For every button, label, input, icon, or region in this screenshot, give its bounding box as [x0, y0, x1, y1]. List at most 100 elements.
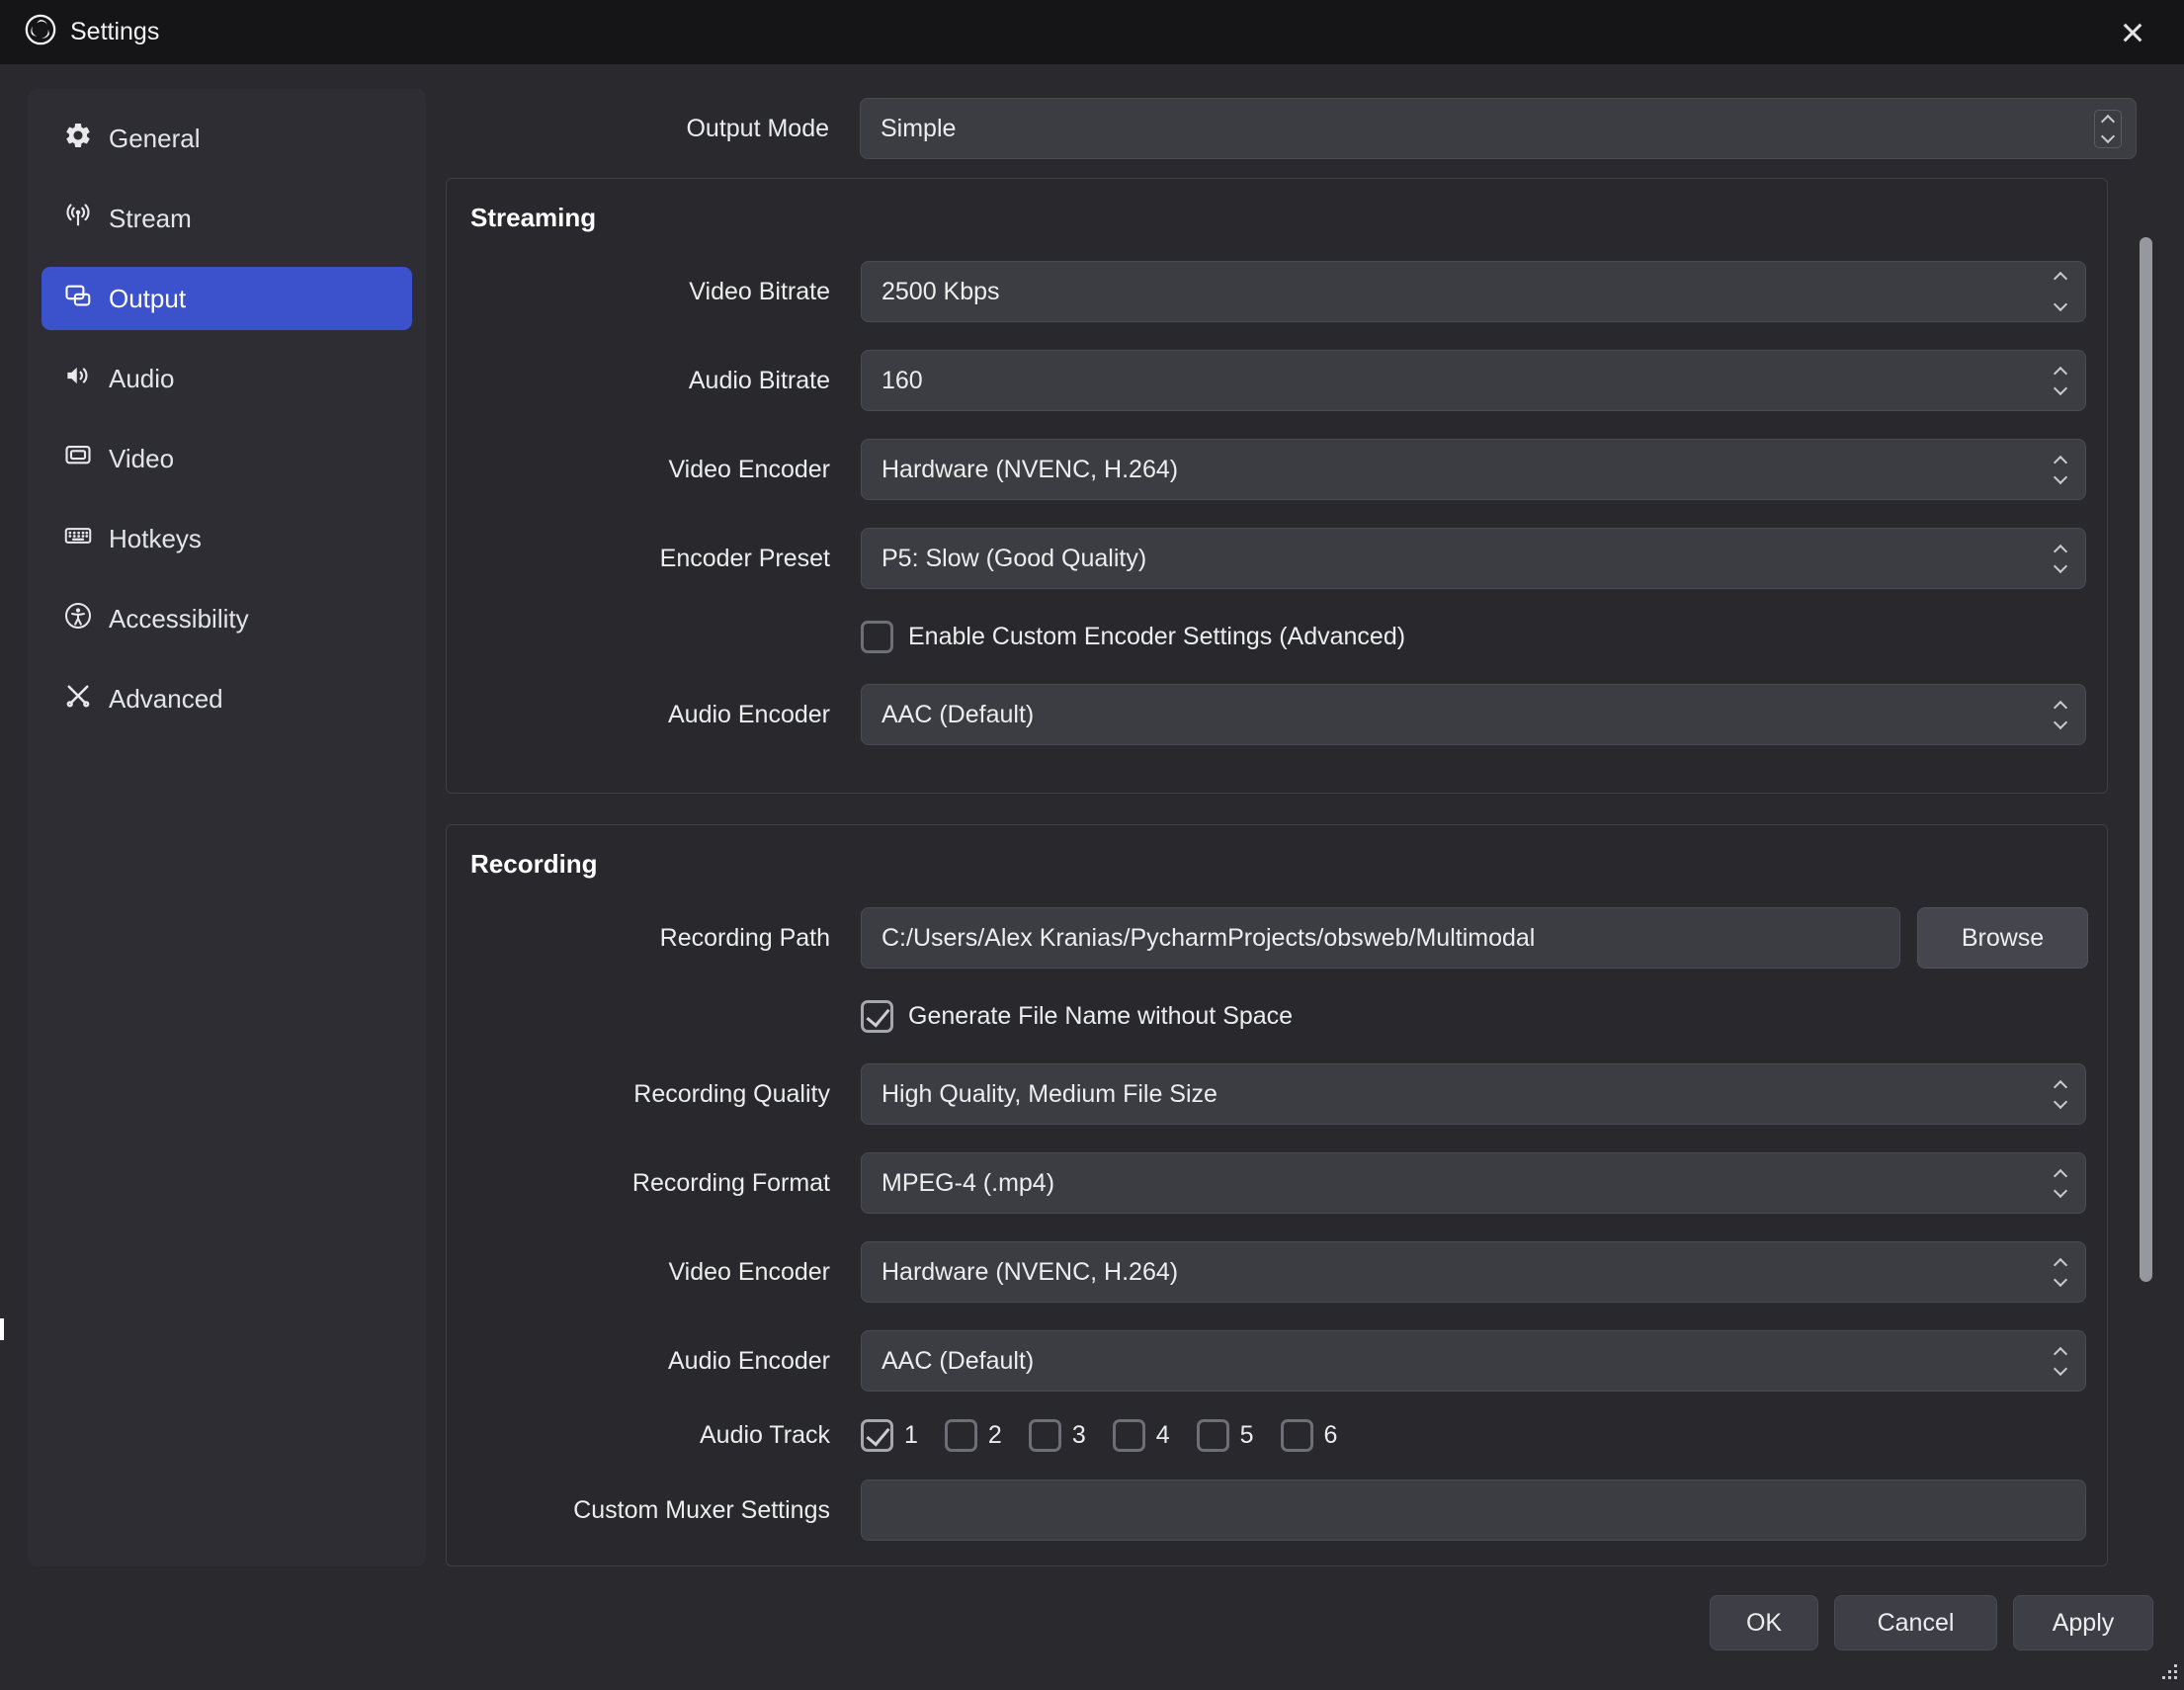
recording-format-label: Recording Format	[447, 1169, 844, 1198]
audio-bitrate-value: 160	[882, 367, 923, 395]
audio-track-2: 2	[945, 1419, 1002, 1452]
sidebar-item-accessibility[interactable]: Accessibility	[42, 587, 412, 650]
encoder-preset-select[interactable]: P5: Slow (Good Quality)	[861, 528, 2086, 589]
recording-format-value: MPEG-4 (.mp4)	[882, 1169, 1054, 1198]
video-bitrate-spinbox[interactable]: 2500 Kbps	[861, 261, 2086, 322]
cancel-button[interactable]: Cancel	[1834, 1595, 1997, 1650]
video-encoder-value: Hardware (NVENC, H.264)	[882, 456, 1178, 484]
titlebar: Settings ×	[0, 0, 2184, 64]
output-mode-label: Output Mode	[446, 115, 843, 143]
audio-track-3-checkbox[interactable]	[1029, 1419, 1061, 1452]
audio-bitrate-label: Audio Bitrate	[447, 367, 844, 395]
recording-quality-label: Recording Quality	[447, 1080, 844, 1109]
video-encoder-value: Hardware (NVENC, H.264)	[882, 1258, 1178, 1287]
dropdown-arrows-icon[interactable]	[2056, 1171, 2065, 1196]
ok-button[interactable]: OK	[1710, 1595, 1818, 1650]
audio-track-1: 1	[861, 1419, 918, 1452]
browse-button[interactable]: Browse	[1917, 907, 2088, 969]
obs-logo-icon	[24, 13, 57, 51]
sidebar-item-audio[interactable]: Audio	[42, 347, 412, 410]
sidebar-item-output[interactable]: Output	[42, 267, 412, 330]
display-icon	[63, 441, 93, 477]
custom-encoder-settings-row: Enable Custom Encoder Settings (Advanced…	[861, 617, 2107, 656]
video-bitrate-value: 2500 Kbps	[882, 278, 1000, 306]
custom-muxer-row: Custom Muxer Settings	[447, 1479, 2107, 1541]
audio-track-6-checkbox[interactable]	[1281, 1419, 1313, 1452]
sidebar-item-label: Hotkeys	[109, 524, 202, 554]
sidebar-item-label: Output	[109, 284, 186, 314]
stream-audio-encoder-select[interactable]: AAC (Default)	[861, 684, 2086, 745]
audio-track-4-checkbox[interactable]	[1113, 1419, 1145, 1452]
recording-path-row: Recording Path Browse	[447, 907, 2107, 969]
output-mode-value: Simple	[881, 115, 956, 143]
video-bitrate-row: Video Bitrate 2500 Kbps	[447, 261, 2107, 322]
broadcast-icon	[63, 201, 93, 237]
streaming-section: Streaming Video Bitrate 2500 Kbps Audio …	[446, 178, 2108, 794]
encoder-preset-row: Encoder Preset P5: Slow (Good Quality)	[447, 528, 2107, 589]
tools-icon	[63, 681, 93, 718]
stream-video-encoder-row: Video Encoder Hardware (NVENC, H.264)	[447, 439, 2107, 500]
audio-track-5-checkbox[interactable]	[1197, 1419, 1229, 1452]
dropdown-arrows-icon[interactable]	[2056, 547, 2065, 571]
dropdown-arrows-icon[interactable]	[2056, 369, 2065, 393]
resize-grip[interactable]	[2159, 1661, 2179, 1686]
audio-bitrate-row: Audio Bitrate 160	[447, 350, 2107, 411]
encoder-preset-value: P5: Slow (Good Quality)	[882, 545, 1146, 573]
dropdown-arrows-icon[interactable]	[2056, 458, 2065, 482]
custom-muxer-label: Custom Muxer Settings	[447, 1496, 844, 1525]
dialog-footer: OK Cancel Apply	[1710, 1595, 2153, 1650]
recording-path-input[interactable]	[861, 907, 1900, 969]
stream-video-encoder-select[interactable]: Hardware (NVENC, H.264)	[861, 439, 2086, 500]
speaker-icon	[63, 361, 93, 397]
output-mode-row: Output Mode Simple	[446, 98, 2137, 159]
video-encoder-label: Video Encoder	[447, 1258, 844, 1287]
filename-no-space-row: Generate File Name without Space	[861, 996, 2107, 1036]
sidebar-item-label: Audio	[109, 364, 175, 394]
recording-format-select[interactable]: MPEG-4 (.mp4)	[861, 1152, 2086, 1214]
dropdown-arrows-icon[interactable]	[2056, 1260, 2065, 1285]
sidebar-item-stream[interactable]: Stream	[42, 187, 412, 250]
custom-encoder-checkbox[interactable]	[861, 621, 893, 653]
apply-button[interactable]: Apply	[2013, 1595, 2153, 1650]
dropdown-arrows-icon[interactable]	[2056, 1082, 2065, 1107]
audio-track-4: 4	[1113, 1419, 1170, 1452]
audio-encoder-label: Audio Encoder	[447, 701, 844, 729]
streaming-section-title: Streaming	[470, 203, 2107, 233]
recording-path-label: Recording Path	[447, 924, 844, 953]
sidebar-item-video[interactable]: Video	[42, 427, 412, 490]
video-bitrate-label: Video Bitrate	[447, 278, 844, 306]
recording-section-title: Recording	[470, 849, 2107, 880]
audio-encoder-value: AAC (Default)	[882, 1347, 1034, 1376]
output-mode-select[interactable]: Simple	[860, 98, 2137, 159]
recording-audio-encoder-select[interactable]: AAC (Default)	[861, 1330, 2086, 1392]
close-icon[interactable]: ×	[2105, 5, 2160, 60]
sidebar-item-hotkeys[interactable]: Hotkeys	[42, 507, 412, 570]
recording-section: Recording Recording Path Browse Generate…	[446, 824, 2108, 1566]
audio-track-3: 3	[1029, 1419, 1086, 1452]
audio-track-label: Audio Track	[447, 1421, 844, 1450]
sidebar-item-advanced[interactable]: Advanced	[42, 667, 412, 730]
vertical-scrollbar[interactable]	[2140, 237, 2152, 1282]
sidebar-item-label: General	[109, 124, 201, 154]
output-settings-panel: Output Mode Simple Streaming Video Bitra…	[446, 64, 2184, 1690]
filename-no-space-checkbox[interactable]	[861, 1000, 893, 1033]
spin-arrows-icon[interactable]	[2056, 274, 2065, 309]
dropdown-arrows-icon[interactable]	[2056, 1349, 2065, 1374]
recording-video-encoder-select[interactable]: Hardware (NVENC, H.264)	[861, 1241, 2086, 1303]
recording-audio-encoder-row: Audio Encoder AAC (Default)	[447, 1330, 2107, 1392]
filename-no-space-label: Generate File Name without Space	[908, 1002, 1293, 1031]
stream-audio-encoder-row: Audio Encoder AAC (Default)	[447, 684, 2107, 745]
recording-quality-select[interactable]: High Quality, Medium File Size	[861, 1063, 2086, 1125]
audio-track-row: Audio Track 1 2 3 4 5 6	[447, 1419, 2107, 1452]
settings-window: Settings × General Stream Output Audio V…	[0, 0, 2184, 1690]
dropdown-arrows-icon[interactable]	[2094, 110, 2122, 148]
sidebar-item-label: Stream	[109, 204, 192, 234]
dropdown-arrows-icon[interactable]	[2056, 703, 2065, 727]
audio-track-1-checkbox[interactable]	[861, 1419, 893, 1452]
screen-edge-artifact	[0, 1318, 4, 1340]
custom-muxer-input[interactable]	[861, 1479, 2086, 1541]
recording-format-row: Recording Format MPEG-4 (.mp4)	[447, 1152, 2107, 1214]
audio-track-2-checkbox[interactable]	[945, 1419, 977, 1452]
sidebar-item-general[interactable]: General	[42, 107, 412, 170]
audio-bitrate-select[interactable]: 160	[861, 350, 2086, 411]
